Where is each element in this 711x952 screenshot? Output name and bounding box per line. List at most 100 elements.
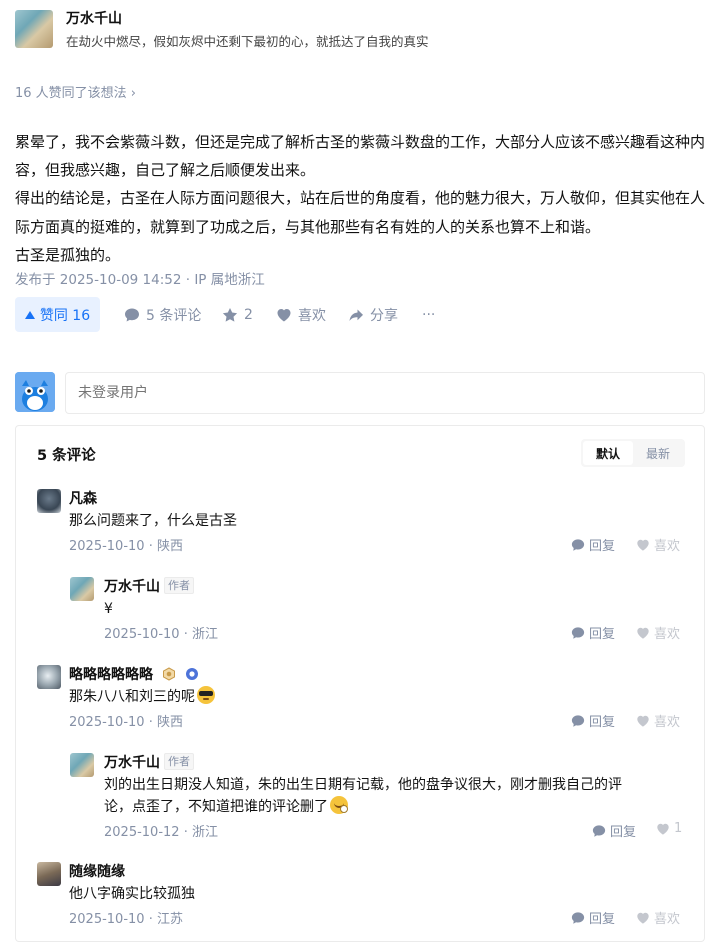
comment-like-button[interactable]: 喜欢 bbox=[636, 908, 680, 927]
comments-button[interactable]: 5 条评论 bbox=[124, 297, 201, 332]
comment-like-button[interactable]: 喜欢 bbox=[636, 623, 680, 642]
more-icon: ··· bbox=[422, 306, 436, 323]
comment-like-button[interactable]: 喜欢 bbox=[636, 711, 680, 730]
laughing-emoji-icon bbox=[330, 796, 348, 814]
comment-meta: 2025-10-10 · 浙江 bbox=[104, 623, 218, 642]
author-name[interactable]: 万水千山 bbox=[66, 8, 122, 28]
author-tag: 作者 bbox=[164, 753, 194, 770]
comment-location: 浙江 bbox=[191, 825, 218, 840]
sort-default-tab[interactable]: 默认 bbox=[583, 441, 633, 465]
comment-date: 2025-10-12 bbox=[104, 825, 180, 840]
comment-location: 陕西 bbox=[156, 539, 183, 554]
comment-meta: 2025-10-10 · 江苏 bbox=[69, 908, 183, 927]
comment-icon bbox=[571, 538, 585, 551]
comment-icon bbox=[571, 911, 585, 924]
comment-icon bbox=[125, 308, 139, 321]
comment-text-line: 论，点歪了，不知道把谁的评论删了 bbox=[104, 799, 328, 815]
meta-separator: · bbox=[148, 912, 157, 927]
commenter-name[interactable]: 万水千山 bbox=[104, 579, 160, 595]
commenter-name[interactable]: 凡森 bbox=[69, 488, 97, 508]
star-icon bbox=[222, 307, 238, 322]
comment-location: 陕西 bbox=[156, 715, 183, 730]
like-label: 喜欢 bbox=[298, 307, 326, 324]
mascot-icon bbox=[15, 372, 55, 412]
post-paragraph: 古圣是孤独的。 bbox=[15, 245, 121, 264]
reply-label: 回复 bbox=[589, 715, 616, 730]
comment-icon bbox=[571, 714, 585, 727]
comment-like-button[interactable]: 1 bbox=[656, 821, 682, 836]
more-button[interactable]: ··· bbox=[422, 297, 435, 332]
commenter-avatar[interactable] bbox=[37, 862, 61, 886]
upvote-label: 赞同 16 bbox=[39, 307, 91, 324]
comments-title: 5 条评论 bbox=[37, 448, 96, 464]
like-button[interactable]: 喜欢 bbox=[276, 297, 326, 332]
reply-button[interactable]: 回复 bbox=[571, 623, 615, 642]
reply-label: 回复 bbox=[589, 627, 616, 642]
likers-link[interactable]: 16 人赞同了该想法 › bbox=[15, 82, 136, 101]
comment-meta: 2025-10-10 · 陕西 bbox=[69, 711, 183, 730]
comment-text-row: 那朱八八和刘三的呢 bbox=[69, 686, 215, 708]
commenter-avatar[interactable] bbox=[37, 665, 61, 689]
commenter-avatar[interactable] bbox=[70, 753, 94, 777]
commenter-name-row: 万水千山 作者 bbox=[104, 752, 194, 772]
heart-icon bbox=[657, 823, 669, 835]
share-button[interactable]: 分享 bbox=[348, 297, 398, 332]
comment-like-label: 喜欢 bbox=[654, 627, 681, 642]
heart-icon bbox=[637, 627, 649, 639]
share-label: 分享 bbox=[370, 307, 398, 324]
comment-date: 2025-10-10 bbox=[104, 627, 180, 642]
comment-location: 江苏 bbox=[156, 912, 183, 927]
comment-input[interactable] bbox=[65, 372, 705, 414]
comment-icon bbox=[592, 824, 606, 837]
post-meta: 发布于 2025-10-09 14:52 · IP 属地浙江 bbox=[15, 272, 265, 288]
author-bio: 在劫火中燃尽，假如灰烬中还剩下最初的心，就抵达了自我的真实 bbox=[66, 34, 429, 49]
comment-text: 那朱八八和刘三的呢 bbox=[69, 689, 195, 705]
reply-button[interactable]: 回复 bbox=[571, 711, 615, 730]
upvote-icon bbox=[24, 310, 35, 319]
favorite-button[interactable]: 2 bbox=[222, 297, 253, 332]
comment-like-count: 1 bbox=[674, 821, 683, 836]
comments-count: 5 条评论 bbox=[146, 307, 202, 324]
comment-text: 他八字确实比较孤独 bbox=[69, 886, 195, 902]
reply-button[interactable]: 回复 bbox=[571, 908, 615, 927]
author-tag: 作者 bbox=[164, 577, 194, 594]
upvote-button[interactable]: 赞同 16 bbox=[15, 297, 100, 332]
comment-like-button[interactable]: 喜欢 bbox=[636, 535, 680, 554]
commenter-avatar[interactable] bbox=[37, 489, 61, 513]
comments-panel: 5 条评论 默认 最新 凡森 那么问题来了，什么是古圣 2025-10-10 ·… bbox=[15, 425, 705, 942]
comment-text-line-row: 论，点歪了，不知道把谁的评论删了 bbox=[104, 796, 684, 818]
comment-location: 浙江 bbox=[191, 627, 218, 642]
comment-text: ¥ bbox=[104, 601, 113, 617]
commenter-name-row: 略略略略略略 bbox=[69, 664, 199, 684]
author-avatar[interactable] bbox=[15, 10, 53, 48]
comment-like-label: 喜欢 bbox=[654, 539, 681, 554]
comment-date: 2025-10-10 bbox=[69, 539, 145, 554]
commenter-avatar[interactable] bbox=[70, 577, 94, 601]
share-icon bbox=[349, 309, 363, 321]
heart-icon bbox=[277, 308, 291, 321]
sunglasses-emoji-icon bbox=[197, 686, 215, 704]
user-avatar bbox=[15, 372, 55, 412]
heart-icon bbox=[637, 539, 649, 551]
post-paragraph: 累晕了，我不会紫薇斗数，但还是完成了解析古圣的紫薇斗数盘的工作，大部分人应该不感… bbox=[15, 133, 706, 180]
commenter-name-row: 万水千山 作者 bbox=[104, 576, 194, 596]
reply-button[interactable]: 回复 bbox=[592, 821, 636, 840]
comment-date: 2025-10-10 bbox=[69, 715, 145, 730]
commenter-name[interactable]: 万水千山 bbox=[104, 755, 160, 771]
commenter-name[interactable]: 略略略略略略 bbox=[69, 667, 153, 683]
comment-text: 那么问题来了，什么是古圣 bbox=[69, 513, 237, 529]
comment-like-label: 喜欢 bbox=[654, 912, 681, 927]
comment-meta: 2025-10-10 · 陕西 bbox=[69, 535, 183, 554]
comment-text-line: 刘的出生日期没人知道，朱的出生日期有记载，他的盘争议很大，刚才删我自己的评 bbox=[104, 777, 622, 793]
sort-toggle: 默认 最新 bbox=[581, 439, 685, 467]
post-content: 累晕了，我不会紫薇斗数，但还是完成了解析古圣的紫薇斗数盘的工作，大部分人应该不感… bbox=[15, 128, 705, 269]
sort-latest-tab[interactable]: 最新 bbox=[633, 441, 683, 465]
post-paragraph: 得出的结论是，古圣在人际方面问题很大，站在后世的角度看，他的魅力很大，万人敬仰，… bbox=[15, 189, 706, 236]
favorite-count: 2 bbox=[244, 306, 253, 323]
level-badge-icon bbox=[162, 667, 175, 681]
reply-button[interactable]: 回复 bbox=[571, 535, 615, 554]
meta-separator: · bbox=[148, 715, 157, 730]
meta-separator: · bbox=[148, 539, 157, 554]
comment-like-label: 喜欢 bbox=[654, 715, 681, 730]
commenter-name[interactable]: 随缘随缘 bbox=[69, 861, 125, 881]
